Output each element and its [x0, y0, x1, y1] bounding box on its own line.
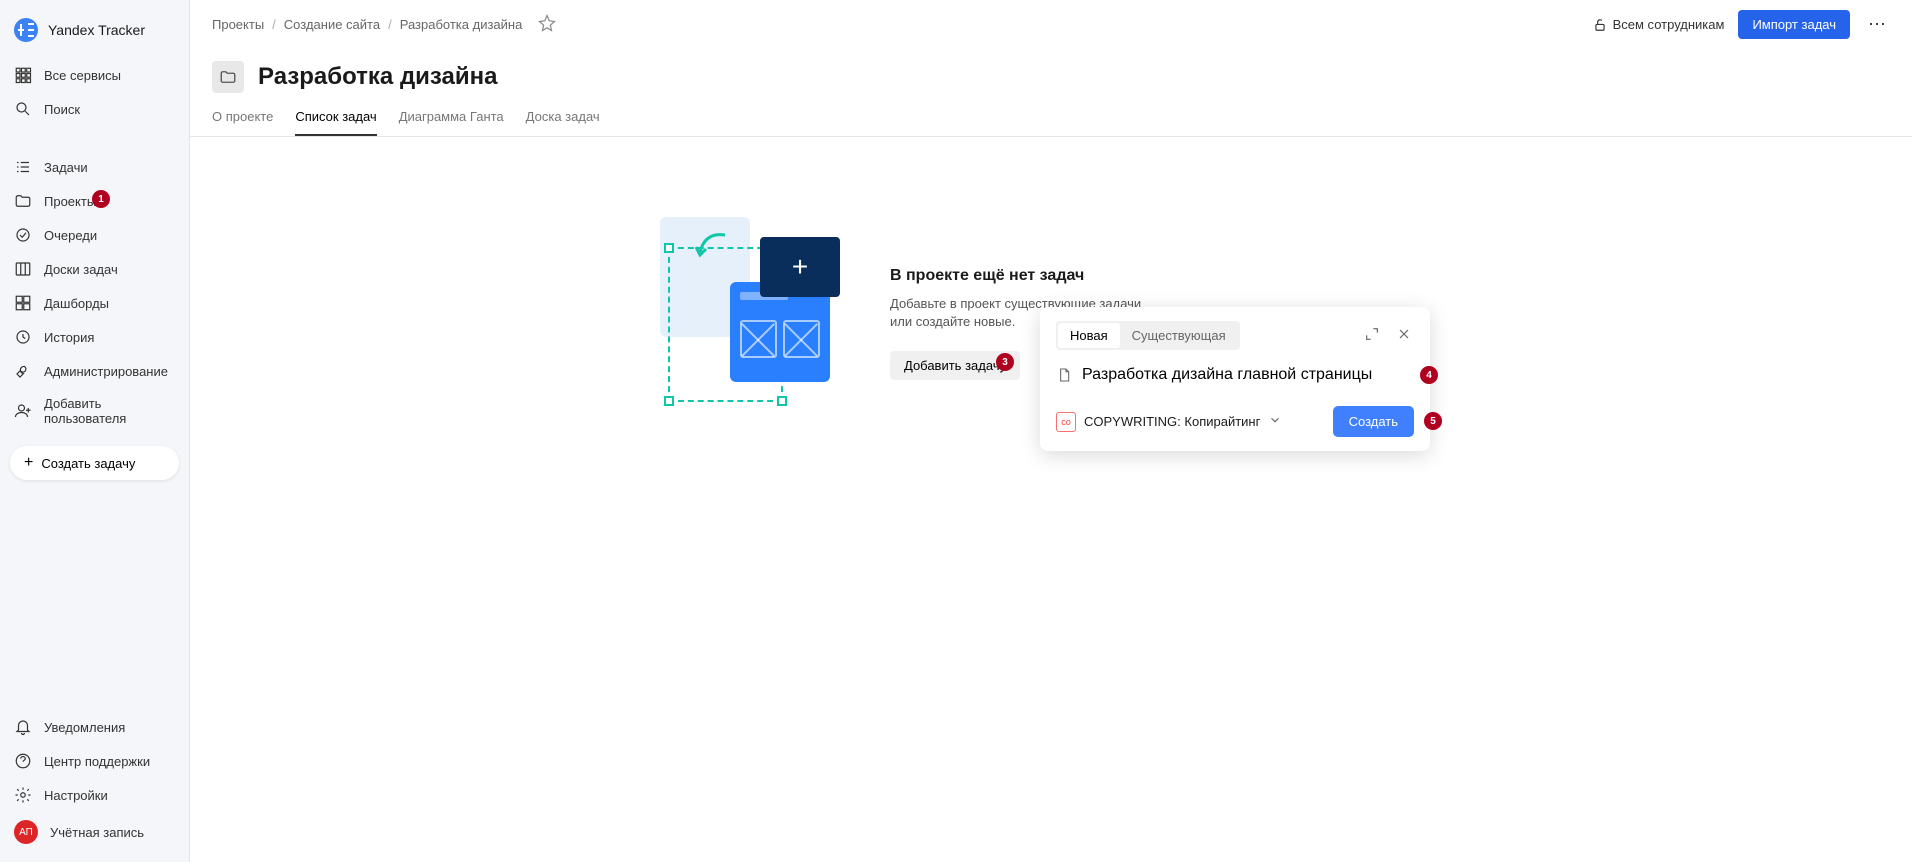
nav-label: Учётная запись	[50, 825, 144, 840]
popup-tab-existing[interactable]: Существующая	[1120, 323, 1238, 348]
nav-label: Настройки	[44, 788, 108, 803]
folder-icon	[14, 192, 32, 210]
document-icon	[1056, 367, 1072, 383]
nav-label: Проекты	[44, 194, 96, 209]
nav-support[interactable]: Центр поддержки	[0, 744, 189, 778]
help-icon	[14, 752, 32, 770]
annotation-1: 1	[92, 190, 110, 208]
nav-label: История	[44, 330, 94, 345]
nav-label: Все сервисы	[44, 68, 121, 83]
star-icon	[538, 14, 556, 32]
sidebar: Yandex Tracker Все сервисы Поиск Задачи …	[0, 0, 190, 862]
nav-search[interactable]: Поиск	[0, 92, 189, 126]
nav-label: Центр поддержки	[44, 754, 150, 769]
separator: /	[272, 17, 276, 32]
nav-tasks[interactable]: Задачи	[0, 150, 189, 184]
arrow-icon	[690, 227, 730, 267]
nav-label: Задачи	[44, 160, 88, 175]
nav-label: Поиск	[44, 102, 80, 117]
tab-gantt[interactable]: Диаграмма Ганта	[399, 109, 504, 136]
nav-queues[interactable]: Очереди	[0, 218, 189, 252]
nav-admin[interactable]: Администрирование	[0, 354, 189, 388]
nav-label: Дашборды	[44, 296, 109, 311]
popup-create-button[interactable]: Создать	[1333, 406, 1414, 437]
queue-badge: co	[1056, 412, 1076, 432]
list-icon	[14, 158, 32, 176]
dashboard-icon	[14, 294, 32, 312]
breadcrumb-site[interactable]: Создание сайта	[284, 17, 380, 32]
nav-label: Администрирование	[44, 364, 168, 379]
tabs: О проекте Список задач Диаграмма Ганта Д…	[190, 93, 1912, 137]
project-title: Разработка дизайна	[258, 63, 497, 91]
expand-icon	[1364, 326, 1380, 342]
access-label: Всем сотрудникам	[1613, 17, 1725, 32]
nav-label: Доски задач	[44, 262, 118, 277]
create-task-button[interactable]: + Создать задачу	[10, 446, 179, 480]
create-label: Создать задачу	[41, 456, 135, 471]
brand-logo-icon	[14, 18, 38, 42]
bell-icon	[14, 718, 32, 736]
task-title-input[interactable]	[1082, 366, 1414, 384]
content: + В проекте ещё нет задач Добавьте в про…	[190, 137, 1912, 862]
favorite-button[interactable]	[534, 10, 560, 39]
nav-dashboards[interactable]: Дашборды	[0, 286, 189, 320]
close-button[interactable]	[1394, 324, 1414, 347]
nav-label: Добавить пользователя	[44, 396, 175, 426]
nav-boards[interactable]: Доски задач	[0, 252, 189, 286]
queue-icon	[14, 226, 32, 244]
queue-selector[interactable]: co COPYWRITING: Копирайтинг	[1056, 412, 1282, 432]
add-user-icon	[14, 402, 32, 420]
tab-about[interactable]: О проекте	[212, 109, 273, 136]
unlock-icon	[1593, 18, 1607, 32]
close-icon	[1396, 326, 1412, 342]
project-header: Разработка дизайна	[190, 39, 1912, 93]
wrench-icon	[14, 362, 32, 380]
breadcrumb: Проекты / Создание сайта / Разработка ди…	[212, 17, 522, 32]
folder-icon	[219, 68, 237, 86]
popup-tabs: Новая Существующая	[1056, 321, 1240, 350]
popup-tab-new[interactable]: Новая	[1058, 323, 1120, 348]
brand-name: Yandex Tracker	[48, 22, 145, 38]
breadcrumb-design[interactable]: Разработка дизайна	[400, 17, 523, 32]
more-button[interactable]: ⋯	[1864, 10, 1890, 39]
empty-title: В проекте ещё нет задач	[890, 267, 1150, 285]
dots-icon: ⋯	[1868, 14, 1886, 34]
chevron-down-icon	[1268, 413, 1282, 430]
gear-icon	[14, 786, 32, 804]
nav-label: Уведомления	[44, 720, 125, 735]
separator: /	[388, 17, 392, 32]
annotation-5: 5	[1424, 412, 1442, 430]
plus-icon: +	[24, 454, 33, 472]
nav-notifications[interactable]: Уведомления	[0, 710, 189, 744]
nav-history[interactable]: История	[0, 320, 189, 354]
annotation-4: 4	[1420, 366, 1438, 384]
tab-board[interactable]: Доска задач	[526, 109, 600, 136]
board-icon	[14, 260, 32, 278]
tab-tasks[interactable]: Список задач	[295, 109, 376, 136]
empty-illustration: +	[660, 217, 860, 407]
expand-button[interactable]	[1362, 324, 1382, 347]
nav-all-services[interactable]: Все сервисы	[0, 58, 189, 92]
history-icon	[14, 328, 32, 346]
task-popup: Новая Существующая 4 co CO	[1040, 307, 1430, 451]
brand[interactable]: Yandex Tracker	[0, 8, 189, 52]
main: Проекты / Создание сайта / Разработка ди…	[190, 0, 1912, 862]
project-icon	[212, 61, 244, 93]
nav-projects[interactable]: Проекты 1	[0, 184, 189, 218]
queue-name: COPYWRITING: Копирайтинг	[1084, 414, 1260, 429]
access-selector[interactable]: Всем сотрудникам	[1593, 17, 1725, 32]
nav-account[interactable]: АП Учётная запись	[0, 812, 189, 852]
nav-settings[interactable]: Настройки	[0, 778, 189, 812]
nav-add-user[interactable]: Добавить пользователя	[0, 388, 189, 434]
grid-icon	[14, 66, 32, 84]
search-icon	[14, 100, 32, 118]
avatar: АП	[14, 820, 38, 844]
breadcrumb-projects[interactable]: Проекты	[212, 17, 264, 32]
nav-label: Очереди	[44, 228, 97, 243]
topbar: Проекты / Создание сайта / Разработка ди…	[190, 0, 1912, 39]
import-button[interactable]: Импорт задач	[1738, 10, 1850, 39]
